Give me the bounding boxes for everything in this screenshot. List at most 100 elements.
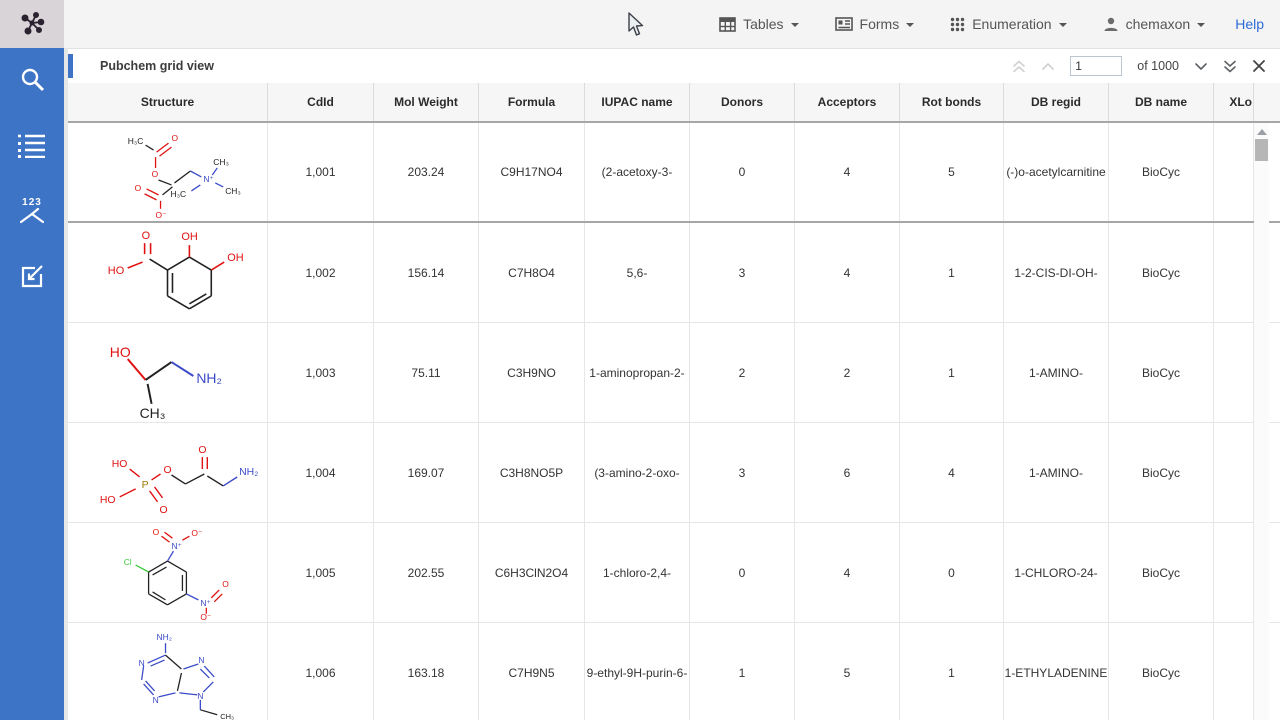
enumeration-123-label: 123 [22, 198, 42, 208]
atom-label: O [164, 465, 172, 476]
formula-cell: C9H17NO4 [479, 123, 585, 221]
structure-cell: HO HO O O O P NH₂ [68, 423, 268, 522]
donors-cell: 3 [690, 223, 795, 322]
atom-label: Cl [124, 557, 132, 567]
molecule-logo-icon [18, 10, 46, 38]
chevron-down-icon [1059, 23, 1067, 27]
page-total-label: of 1000 [1137, 59, 1179, 73]
formula-cell: C3H9NO [479, 323, 585, 422]
mol-weight-cell: 156.14 [374, 223, 479, 322]
rot-bonds-cell: 1 [900, 223, 1004, 322]
scrollbar-up-arrow-icon[interactable] [1257, 129, 1267, 135]
column-header-structure[interactable]: Structure [68, 83, 268, 121]
atom-label: N [198, 655, 204, 665]
atom-label: N [197, 690, 203, 700]
cdid-cell: 1,004 [268, 423, 374, 522]
first-page-button[interactable] [1012, 60, 1026, 73]
atom-label: HO [108, 264, 124, 276]
atom-label: O [160, 504, 168, 515]
db-regid-cell: 1-AMINO- [1004, 323, 1109, 422]
xlogp-cell [1214, 523, 1254, 622]
sidebar-item-grid-views[interactable] [14, 130, 50, 160]
next-page-button[interactable] [1194, 62, 1208, 71]
acceptors-cell: 4 [795, 123, 900, 221]
menu-tables[interactable]: Tables [719, 16, 798, 32]
structure-drawing: H₃C O O N⁺ CH₃ CH₃ H₃C O O⁻ [68, 124, 267, 220]
atom-label: H₃C [128, 136, 144, 146]
menu-user[interactable]: chemaxon [1103, 16, 1206, 32]
cdid-cell: 1,005 [268, 523, 374, 622]
table-row[interactable]: NH₂ N N N N CH₃ 1,006 163.18 C7H9N5 9-et… [68, 623, 1280, 720]
atom-label: CH₃ [225, 186, 241, 196]
atom-label: NH₂ [196, 369, 222, 385]
table-row[interactable]: HO NH₂ CH₃ 1,003 75.11 C3H9NO 1-aminopro… [68, 323, 1280, 423]
close-panel-button[interactable] [1252, 59, 1266, 73]
xlogp-cell [1214, 323, 1254, 422]
column-header-donors[interactable]: Donors [690, 83, 795, 121]
atom-label: NH₂ [239, 466, 258, 477]
column-header-db-regid[interactable]: DB regid [1004, 83, 1109, 121]
atom-label: OH [227, 252, 243, 264]
table-row[interactable]: H₃C O O N⁺ CH₃ CH₃ H₃C O O⁻ 1,001 203.24… [68, 123, 1280, 223]
help-link[interactable]: Help [1235, 16, 1264, 32]
vertical-scrollbar[interactable] [1254, 123, 1269, 720]
scrollbar-thumb[interactable] [1255, 139, 1268, 161]
data-grid: Structure CdId Mol Weight Formula IUPAC … [68, 83, 1280, 720]
table-header-row: Structure CdId Mol Weight Formula IUPAC … [68, 83, 1280, 123]
column-header-iupac[interactable]: IUPAC name [585, 83, 690, 121]
db-regid-cell: 1-CHLORO-24- [1004, 523, 1109, 622]
table-row[interactable]: O HO OH OH 1,002 156.14 C7H8O4 5,6- 3 4 … [68, 223, 1280, 323]
mol-weight-cell: 202.55 [374, 523, 479, 622]
close-icon [1252, 59, 1266, 73]
table-row[interactable]: HO HO O O O P NH₂ 1,004 169.07 C3H8NO5P … [68, 423, 1280, 523]
structure-cell: Cl N⁺ O O⁻ N⁺ O O⁻ [68, 523, 268, 622]
pager: of 1000 [1012, 56, 1280, 76]
acceptors-cell: 5 [795, 623, 900, 720]
page-number-input[interactable] [1070, 56, 1122, 76]
mol-weight-cell: 169.07 [374, 423, 479, 522]
menu-forms[interactable]: Forms [835, 16, 915, 32]
cdid-cell: 1,006 [268, 623, 374, 720]
iupac-cell: (3-amino-2-oxo- [585, 423, 690, 522]
export-icon [18, 263, 46, 291]
column-header-mol-weight[interactable]: Mol Weight [374, 83, 479, 121]
column-header-cdid[interactable]: CdId [268, 83, 374, 121]
atom-label: CH₃ [220, 711, 234, 720]
mol-weight-cell: 203.24 [374, 123, 479, 221]
db-name-cell: BioCyc [1109, 223, 1214, 322]
table-row[interactable]: Cl N⁺ O O⁻ N⁺ O O⁻ 1,005 202.55 C6H3ClN2… [68, 523, 1280, 623]
dots-grid-icon [950, 17, 965, 32]
atom-label: O [153, 527, 160, 537]
rot-bonds-cell: 5 [900, 123, 1004, 221]
cdid-cell: 1,001 [268, 123, 374, 221]
menu-enumeration[interactable]: Enumeration [950, 16, 1066, 32]
rot-bonds-cell: 1 [900, 623, 1004, 720]
table-grid-icon [719, 17, 736, 32]
acceptors-cell: 2 [795, 323, 900, 422]
sidebar-item-export[interactable] [14, 262, 50, 292]
atom-label: N⁺ [203, 174, 214, 184]
sidebar-item-search[interactable] [14, 64, 50, 94]
last-page-button[interactable] [1223, 60, 1237, 73]
donors-cell: 2 [690, 323, 795, 422]
app-logo[interactable] [0, 0, 64, 48]
sidebar-item-enumeration[interactable]: 123 [14, 196, 50, 226]
panel-accent-bar [68, 54, 73, 78]
mol-weight-cell: 163.18 [374, 623, 479, 720]
atom-label: N [139, 658, 145, 668]
search-icon [18, 65, 46, 93]
column-header-db-name[interactable]: DB name [1109, 83, 1214, 121]
column-header-xlogp[interactable]: XLo [1214, 83, 1254, 121]
previous-page-button[interactable] [1041, 62, 1055, 71]
db-regid-cell: 1-ETHYLADENINE [1004, 623, 1109, 720]
iupac-cell: 9-ethyl-9H-purin-6- [585, 623, 690, 720]
column-header-acceptors[interactable]: Acceptors [795, 83, 900, 121]
panel-header: Pubchem grid view of 1000 [68, 49, 1280, 84]
column-header-rot-bonds[interactable]: Rot bonds [900, 83, 1004, 121]
atom-label: O [171, 133, 178, 143]
xlogp-cell [1214, 223, 1254, 322]
column-header-formula[interactable]: Formula [479, 83, 585, 121]
panel-title: Pubchem grid view [100, 59, 214, 73]
grid-view-panel: Pubchem grid view of 1000 [68, 48, 1280, 720]
menu-tables-label: Tables [743, 16, 783, 32]
